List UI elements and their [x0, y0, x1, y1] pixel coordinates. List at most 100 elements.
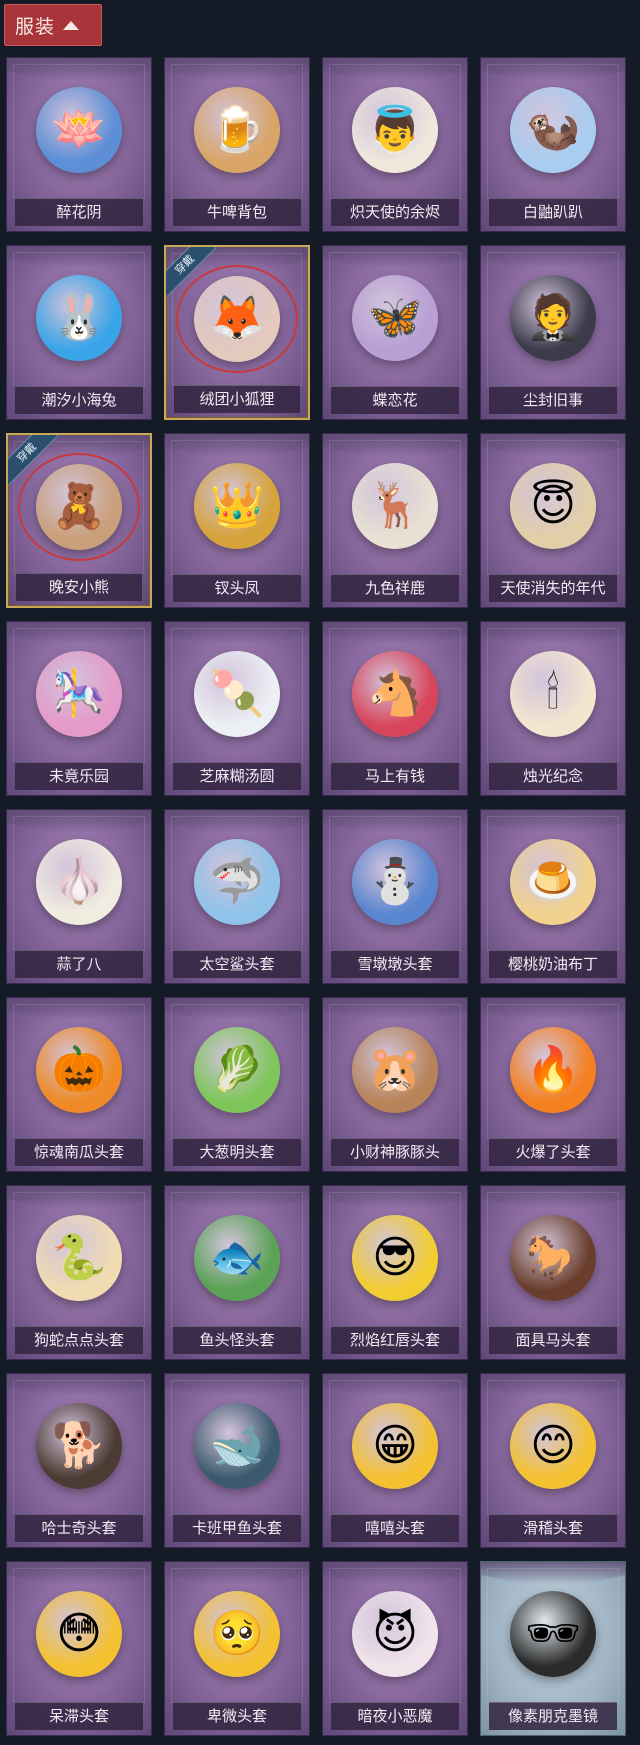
costume-item-icon: 🐍 [36, 1215, 122, 1301]
costume-grid: 🪷 醉花阴 🍺 牛啤背包 👼 炽天使的余烬 🦦 白鼬趴趴 🐰 潮汐小海兔 穿戴 🦊 绒团小狐狸 🦋 蝶恋花 🤵… [6, 57, 626, 1736]
costume-item-label: 大葱明头套 [173, 1138, 301, 1166]
costume-item-label: 哈士奇头套 [15, 1514, 143, 1542]
costume-card[interactable]: 🐍 狗蛇点点头套 [6, 1185, 152, 1360]
costume-card[interactable]: 穿戴 🧸 晚安小熊 [6, 433, 152, 608]
costume-item-label: 绒团小狐狸 [174, 385, 300, 413]
costume-card[interactable]: 🥺 卑微头套 [164, 1561, 310, 1736]
costume-item-icon: 🦈 [194, 839, 280, 925]
costume-card[interactable]: 👑 钗头凤 [164, 433, 310, 608]
costume-item-label: 潮汐小海兔 [15, 386, 143, 414]
costume-card[interactable]: 🐰 潮汐小海兔 [6, 245, 152, 420]
costume-item-label: 尘封旧事 [489, 386, 617, 414]
costume-item-icon: 😇 [510, 463, 596, 549]
costume-card[interactable]: 🐋 卡班甲鱼头套 [164, 1373, 310, 1548]
costume-item-icon: 😊 [510, 1403, 596, 1489]
costume-card[interactable]: 😎 烈焰红唇头套 [322, 1185, 468, 1360]
costume-card[interactable]: 🕶 像素朋克墨镜 [480, 1561, 626, 1736]
costume-item-icon: 🪷 [36, 87, 122, 173]
costume-card[interactable]: 🐹 小财神豚豚头 [322, 997, 468, 1172]
costume-card[interactable]: 🍡 芝麻糊汤圆 [164, 621, 310, 796]
costume-item-label: 白鼬趴趴 [489, 198, 617, 226]
costume-card[interactable]: 🔥 火爆了头套 [480, 997, 626, 1172]
costume-item-label: 狗蛇点点头套 [15, 1326, 143, 1354]
costume-card[interactable]: 😊 滑稽头套 [480, 1373, 626, 1548]
costume-item-label: 小财神豚豚头 [331, 1138, 459, 1166]
costume-item-label: 牛啤背包 [173, 198, 301, 226]
costume-item-icon: 🐴 [352, 651, 438, 737]
costume-item-icon: 🐕 [36, 1403, 122, 1489]
costume-item-label: 烛光纪念 [489, 762, 617, 790]
costume-item-label: 蒜了八 [15, 950, 143, 978]
costume-item-icon: 😈 [352, 1591, 438, 1677]
costume-card[interactable]: 😁 嘻嘻头套 [322, 1373, 468, 1548]
costume-card[interactable]: 🐕 哈士奇头套 [6, 1373, 152, 1548]
costume-item-icon: 🦌 [352, 463, 438, 549]
costume-item-label: 马上有钱 [331, 762, 459, 790]
chevron-up-icon [63, 20, 80, 30]
costume-item-icon: 🦊 [194, 276, 280, 362]
costume-item-icon: 🔥 [510, 1027, 596, 1113]
costume-item-label: 鱼头怪头套 [173, 1326, 301, 1354]
costume-item-label: 芝麻糊汤圆 [173, 762, 301, 790]
costume-card[interactable]: 🎃 惊魂南瓜头套 [6, 997, 152, 1172]
costume-card[interactable]: 🤵 尘封旧事 [480, 245, 626, 420]
costume-item-label: 太空鲨头套 [173, 950, 301, 978]
costume-item-label: 滑稽头套 [489, 1514, 617, 1542]
costume-item-icon: 😁 [352, 1403, 438, 1489]
costume-card[interactable]: 🐎 面具马头套 [480, 1185, 626, 1360]
costume-card[interactable]: 🦌 九色祥鹿 [322, 433, 468, 608]
costume-item-icon: 😳 [36, 1591, 122, 1677]
costume-item-label: 醉花阴 [15, 198, 143, 226]
costume-item-label: 卑微头套 [173, 1702, 301, 1730]
costume-item-label: 像素朋克墨镜 [489, 1702, 617, 1730]
costume-card[interactable]: 🧄 蒜了八 [6, 809, 152, 984]
costume-item-icon: 🥬 [194, 1027, 280, 1113]
costume-item-label: 面具马头套 [489, 1326, 617, 1354]
costume-category-toggle[interactable]: 服装 [4, 4, 102, 46]
costume-item-icon: 🐰 [36, 275, 122, 361]
costume-item-icon: 🍡 [194, 651, 280, 737]
costume-item-label: 嘻嘻头套 [331, 1514, 459, 1542]
costume-item-icon: 🕯 [510, 651, 596, 737]
costume-item-icon: 🍮 [510, 839, 596, 925]
costume-item-icon: 🍺 [194, 87, 280, 173]
costume-card[interactable]: 穿戴 🦊 绒团小狐狸 [164, 245, 310, 420]
costume-item-icon: 🎃 [36, 1027, 122, 1113]
costume-card[interactable]: 🥬 大葱明头套 [164, 997, 310, 1172]
costume-item-icon: 🐟 [194, 1215, 280, 1301]
costume-item-icon: 🐎 [510, 1215, 596, 1301]
costume-item-label: 蝶恋花 [331, 386, 459, 414]
costume-item-icon: 🧄 [36, 839, 122, 925]
costume-card[interactable]: 🐟 鱼头怪头套 [164, 1185, 310, 1360]
costume-card[interactable]: 🕯 烛光纪念 [480, 621, 626, 796]
costume-item-icon: ⛄ [352, 839, 438, 925]
costume-item-label: 炽天使的余烬 [331, 198, 459, 226]
costume-card[interactable]: 🦦 白鼬趴趴 [480, 57, 626, 232]
costume-item-icon: 🧸 [36, 464, 122, 550]
costume-item-label: 惊魂南瓜头套 [15, 1138, 143, 1166]
costume-item-icon: 🐋 [194, 1403, 280, 1489]
costume-card[interactable]: 🎠 未竟乐园 [6, 621, 152, 796]
costume-item-label: 呆滞头套 [15, 1702, 143, 1730]
costume-item-icon: 🦋 [352, 275, 438, 361]
costume-card[interactable]: 🦈 太空鲨头套 [164, 809, 310, 984]
costume-card[interactable]: 🐴 马上有钱 [322, 621, 468, 796]
costume-item-icon: 🕶 [510, 1591, 596, 1677]
costume-item-icon: 🐹 [352, 1027, 438, 1113]
costume-card[interactable]: 👼 炽天使的余烬 [322, 57, 468, 232]
costume-card[interactable]: 😇 天使消失的年代 [480, 433, 626, 608]
costume-item-label: 钗头凤 [173, 574, 301, 602]
costume-item-icon: 😎 [352, 1215, 438, 1301]
costume-item-label: 晚安小熊 [16, 573, 142, 601]
costume-card[interactable]: 🪷 醉花阴 [6, 57, 152, 232]
costume-card[interactable]: 😳 呆滞头套 [6, 1561, 152, 1736]
costume-item-label: 天使消失的年代 [489, 574, 617, 602]
costume-card[interactable]: 😈 暗夜小恶魔 [322, 1561, 468, 1736]
costume-card[interactable]: 🍺 牛啤背包 [164, 57, 310, 232]
costume-item-label: 未竟乐园 [15, 762, 143, 790]
costume-card[interactable]: ⛄ 雪墩墩头套 [322, 809, 468, 984]
costume-item-icon: 🥺 [194, 1591, 280, 1677]
costume-card[interactable]: 🦋 蝶恋花 [322, 245, 468, 420]
costume-card[interactable]: 🍮 樱桃奶油布丁 [480, 809, 626, 984]
costume-item-label: 卡班甲鱼头套 [173, 1514, 301, 1542]
